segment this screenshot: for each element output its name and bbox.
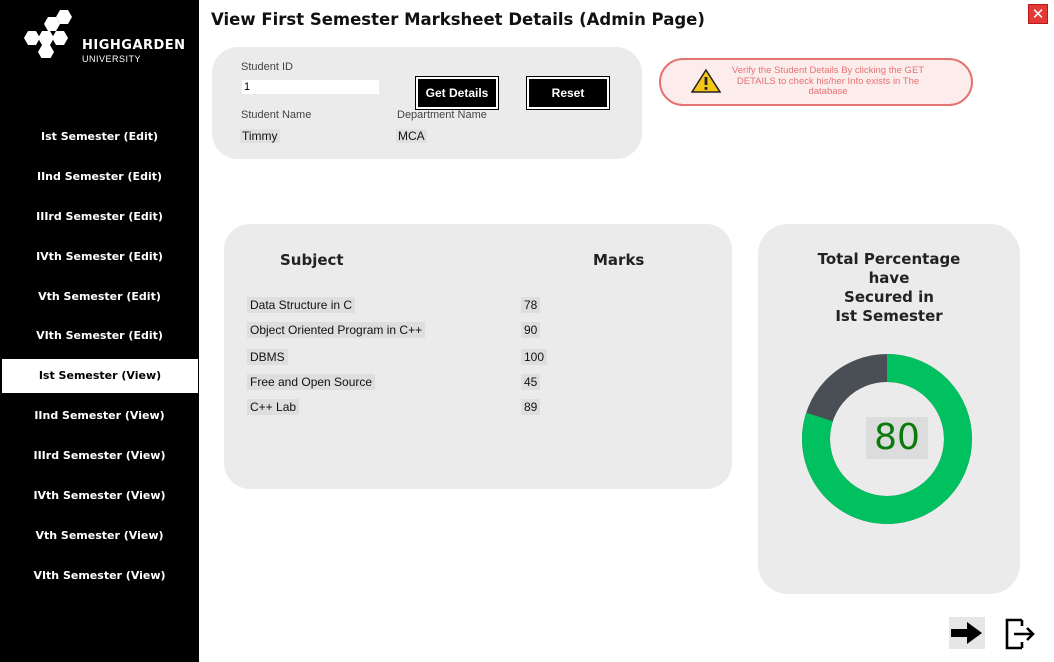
- percentage-panel: Total Percentage have Secured in Ist Sem…: [758, 224, 1020, 594]
- marks-cell: 100: [521, 349, 548, 365]
- student-name-label: Student Name: [241, 109, 312, 121]
- subject-cell: Free and Open Source: [247, 374, 376, 390]
- marks-panel: Subject Marks Data Structure in C 78 Obj…: [224, 224, 732, 489]
- hexagon-logo-icon: [24, 10, 72, 58]
- student-id-input[interactable]: [242, 80, 379, 94]
- sidebar-item-sem3-view[interactable]: IIIrd Semester (View): [0, 439, 199, 473]
- warning-text: Verify the Student Details By clicking t…: [731, 65, 925, 97]
- marks-column-header: Marks: [593, 251, 645, 269]
- sidebar: HIGHGARDEN UNIVERSITY Ist Semester (Edit…: [0, 0, 199, 662]
- page-title: View First Semester Marksheet Details (A…: [211, 10, 705, 29]
- logout-button[interactable]: [1002, 617, 1038, 651]
- logout-icon: [1005, 618, 1035, 650]
- sidebar-item-sem2-view[interactable]: IInd Semester (View): [0, 399, 199, 433]
- sidebar-item-sem1-edit[interactable]: Ist Semester (Edit): [0, 120, 199, 154]
- subject-cell: DBMS: [247, 349, 288, 365]
- marks-cell: 45: [521, 374, 541, 390]
- student-details-panel: Student ID Get Details Reset Student Nam…: [212, 47, 642, 159]
- window-edge: [1048, 0, 1054, 662]
- get-details-button[interactable]: Get Details: [415, 76, 499, 110]
- sidebar-item-sem4-view[interactable]: IVth Semester (View): [0, 479, 199, 513]
- main-content: View First Semester Marksheet Details (A…: [199, 0, 1054, 662]
- arrow-right-icon: [949, 617, 985, 649]
- percentage-donut: [802, 354, 972, 524]
- department-name-value: MCA: [396, 129, 427, 143]
- department-name-label: Department Name: [397, 109, 487, 121]
- student-id-label: Student ID: [241, 61, 293, 73]
- sidebar-item-sem2-edit[interactable]: IInd Semester (Edit): [0, 160, 199, 194]
- close-button[interactable]: ✕: [1028, 4, 1048, 24]
- next-button[interactable]: [949, 617, 985, 649]
- reset-button[interactable]: Reset: [526, 76, 610, 110]
- sidebar-item-sem6-view[interactable]: VIth Semester (View): [0, 559, 199, 593]
- sidebar-item-sem1-view[interactable]: Ist Semester (View): [2, 359, 198, 393]
- sidebar-item-sem6-edit[interactable]: VIth Semester (Edit): [0, 319, 199, 353]
- verify-warning-banner: Verify the Student Details By clicking t…: [659, 58, 973, 106]
- sidebar-item-sem3-edit[interactable]: IIIrd Semester (Edit): [0, 200, 199, 234]
- marks-cell: 78: [521, 297, 541, 313]
- marks-cell: 90: [521, 322, 541, 338]
- subject-cell: C++ Lab: [247, 399, 300, 415]
- subject-cell: Object Oriented Program in C++: [247, 322, 426, 338]
- subject-column-header: Subject: [280, 251, 344, 269]
- sidebar-item-sem5-view[interactable]: Vth Semester (View): [0, 519, 199, 553]
- student-name-value: Timmy: [240, 129, 280, 143]
- logo-title: HIGHGARDEN: [82, 38, 186, 53]
- logo-subtitle: UNIVERSITY: [82, 54, 142, 64]
- warning-icon: [691, 69, 721, 93]
- university-logo: HIGHGARDEN UNIVERSITY: [22, 8, 185, 64]
- marks-cell: 89: [521, 399, 541, 415]
- percentage-value: 80: [866, 417, 928, 459]
- subject-cell: Data Structure in C: [247, 297, 356, 313]
- sidebar-item-sem5-edit[interactable]: Vth Semester (Edit): [0, 280, 199, 314]
- sidebar-item-sem4-edit[interactable]: IVth Semester (Edit): [0, 240, 199, 274]
